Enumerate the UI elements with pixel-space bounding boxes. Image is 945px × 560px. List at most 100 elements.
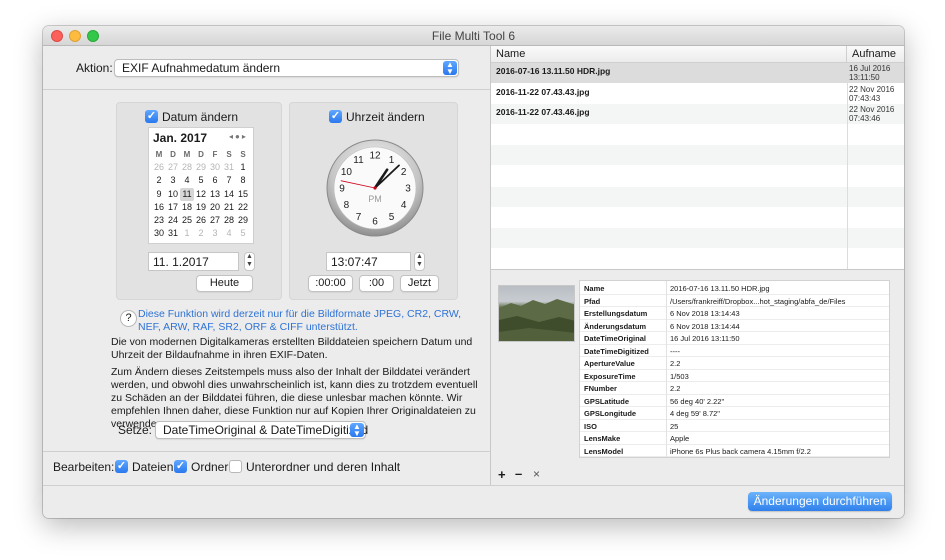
analog-clock[interactable]: 12 12 3 45678 9 1011 PM [325, 138, 425, 238]
today-button[interactable]: Heute [196, 275, 253, 292]
calendar-day[interactable]: 8 [236, 174, 250, 187]
file-date-day: 16 Jul 2016 [849, 64, 891, 73]
calendar-day[interactable]: 29 [236, 214, 250, 227]
calendar-day[interactable]: 25 [180, 214, 194, 227]
calendar-day[interactable]: 3 [208, 227, 222, 240]
file-date-cell: 22 Nov 2016 07:43:46 [849, 105, 894, 123]
date-field[interactable]: 11. 1.2017 [148, 252, 239, 271]
clock-number: 7 [356, 212, 362, 223]
calendar-day[interactable]: 31 [222, 161, 236, 174]
dateien-checkbox[interactable]: ✓ [115, 460, 128, 473]
calendar-day[interactable]: 30 [208, 161, 222, 174]
calendar-day[interactable]: 11 [180, 187, 194, 201]
clear-list-button[interactable]: × [533, 467, 540, 481]
calendar-day[interactable]: 10 [166, 188, 180, 201]
metadata-value: 25 [670, 421, 679, 431]
column-header-name[interactable]: Name [491, 46, 847, 63]
today-dot-icon[interactable]: ● [235, 132, 242, 141]
calendar-day[interactable]: 26 [152, 161, 166, 174]
landscape-preview-icon [499, 299, 574, 341]
calendar-day[interactable]: 31 [166, 227, 180, 240]
clock-period: PM [368, 194, 382, 204]
clock-number: 8 [344, 200, 350, 211]
calendar-day[interactable]: 5 [194, 174, 208, 187]
clock-number: 1 [389, 155, 395, 166]
table-row[interactable] [491, 145, 904, 166]
set-zero-minutes-button[interactable]: :00:00 [308, 275, 353, 292]
calendar-day[interactable]: 27 [208, 214, 222, 227]
calendar-day[interactable]: 1 [180, 227, 194, 240]
table-row[interactable] [491, 248, 904, 269]
weekday-header: M [155, 150, 163, 159]
calendar-day[interactable]: 20 [208, 201, 222, 214]
calendar-day[interactable]: 30 [152, 227, 166, 240]
setze-label: Setze: [118, 423, 153, 437]
calendar-day[interactable]: 2 [152, 174, 166, 187]
calendar-day[interactable]: 19 [194, 201, 208, 214]
calendar[interactable]: Jan. 2017 ◂●▸ M D M D F S S 26 27 28 29 30 31 1 2 3 4 5 6 7… [148, 127, 254, 244]
calendar-day[interactable]: 24 [166, 214, 180, 227]
calendar-day[interactable]: 28 [222, 214, 236, 227]
calendar-day[interactable]: 4 [222, 227, 236, 240]
metadata-row: Pfad/Users/frankreiff/Dropbox...hot_stag… [580, 296, 889, 308]
date-change-checkbox[interactable]: ✓ [145, 110, 158, 123]
next-month-icon[interactable]: ▸ [242, 132, 248, 141]
calendar-day[interactable]: 5 [236, 227, 250, 240]
table-row[interactable]: 2016-11-22 07.43.43.jpg 22 Nov 2016 07:43:… [491, 83, 904, 104]
calendar-day[interactable]: 28 [180, 161, 194, 174]
calendar-day[interactable]: 6 [208, 174, 222, 187]
add-file-button[interactable]: + [498, 467, 506, 482]
time-field[interactable]: 13:07:47 [326, 252, 411, 271]
calendar-nav[interactable]: ◂●▸ [229, 132, 248, 141]
table-row[interactable] [491, 207, 904, 228]
calendar-grid[interactable]: M D M D F S S 26 27 28 29 30 31 1 2 3 4 5 6 7 8 9 10 11 12 13 14 15… [152, 148, 250, 240]
date-change-label: Datum ändern [162, 110, 239, 124]
time-change-checkbox[interactable]: ✓ [329, 110, 342, 123]
table-row[interactable] [491, 227, 904, 248]
metadata-key: ISO [584, 421, 597, 431]
calendar-day[interactable]: 27 [166, 161, 180, 174]
calendar-day[interactable]: 12 [194, 188, 208, 201]
metadata-key: LensMake [584, 434, 621, 443]
calendar-day[interactable]: 4 [180, 174, 194, 187]
remove-file-button[interactable]: – [515, 466, 522, 481]
calendar-day[interactable]: 17 [166, 201, 180, 214]
table-row[interactable]: 2016-07-16 13.11.50 HDR.jpg 16 Jul 2016 13… [491, 63, 904, 83]
now-button[interactable]: Jetzt [400, 275, 439, 292]
calendar-day[interactable]: 1 [236, 161, 250, 174]
time-stepper[interactable]: ▲ ▼ [414, 252, 425, 271]
file-name-cell: 2016-11-22 07.43.43.jpg [496, 86, 590, 97]
calendar-day[interactable]: 9 [152, 188, 166, 201]
action-label: Aktion: [76, 61, 113, 75]
ordner-checkbox[interactable]: ✓ [174, 460, 187, 473]
column-header-aufname[interactable]: Aufname [847, 46, 904, 63]
image-thumbnail [498, 285, 575, 342]
table-row[interactable]: 2016-11-22 07.43.46.jpg 22 Nov 2016 07:43:… [491, 104, 904, 125]
set-zero-seconds-button[interactable]: :00 [359, 275, 394, 292]
calendar-day[interactable]: 7 [222, 174, 236, 187]
file-table[interactable]: Name Aufname 2016-07-16 13.11.50 HDR.jpg… [491, 46, 904, 269]
calendar-day[interactable]: 16 [152, 201, 166, 214]
calendar-day[interactable]: 14 [222, 188, 236, 201]
help-button[interactable]: ? [120, 310, 137, 327]
calendar-day[interactable]: 3 [166, 174, 180, 187]
table-row[interactable] [491, 124, 904, 145]
calendar-day[interactable]: 23 [152, 214, 166, 227]
calendar-day[interactable]: 2 [194, 227, 208, 240]
calendar-day[interactable]: 22 [236, 201, 250, 214]
calendar-day[interactable]: 13 [208, 188, 222, 201]
file-name-cell: 2016-11-22 07.43.46.jpg [496, 107, 590, 118]
calendar-day[interactable]: 18 [180, 201, 194, 214]
date-stepper[interactable]: ▲ ▼ [244, 252, 255, 271]
calendar-day[interactable]: 29 [194, 161, 208, 174]
clock-number: 6 [372, 217, 378, 228]
action-popup[interactable]: EXIF Aufnahmedatum ändern ▲ ▼ [114, 59, 459, 77]
setze-popup[interactable]: DateTimeOriginal & DateTimeDigitized ▲ ▼ [155, 421, 368, 439]
calendar-day[interactable]: 26 [194, 214, 208, 227]
calendar-day[interactable]: 15 [236, 188, 250, 201]
apply-changes-button[interactable]: Änderungen durchführen [748, 492, 892, 511]
calendar-day[interactable]: 21 [222, 201, 236, 214]
table-row[interactable] [491, 166, 904, 186]
table-row[interactable] [491, 186, 904, 207]
unterordner-checkbox[interactable] [229, 460, 242, 473]
